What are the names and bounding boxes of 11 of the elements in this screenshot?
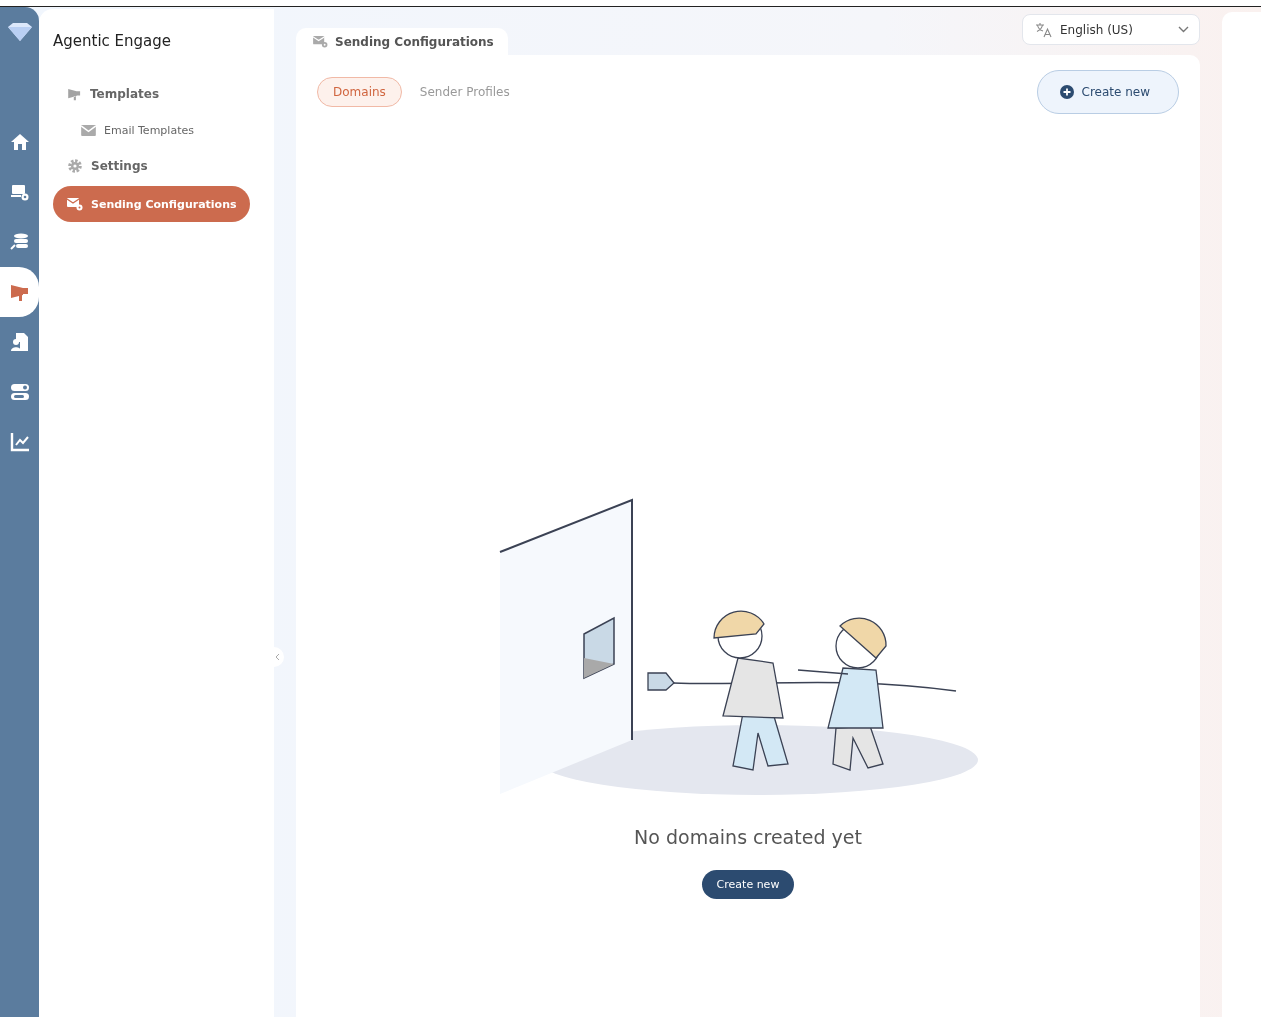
tab[interactable]: Domains: [317, 77, 402, 107]
nav-item[interactable]: Email Templates: [53, 112, 260, 148]
language-select[interactable]: English (US): [1022, 14, 1200, 45]
nav-item[interactable]: Templates: [53, 76, 260, 112]
create-new-button[interactable]: Create new: [1036, 70, 1179, 114]
nav-item[interactable]: Sending Configurations: [53, 186, 250, 222]
page-tab[interactable]: Sending Configurations: [296, 28, 508, 55]
app-title: Agentic Engage: [53, 32, 173, 50]
nav-item[interactable]: Settings: [53, 148, 260, 184]
empty-state-message: No domains created yet: [634, 826, 862, 848]
create-new-button[interactable]: Create new: [701, 870, 795, 899]
